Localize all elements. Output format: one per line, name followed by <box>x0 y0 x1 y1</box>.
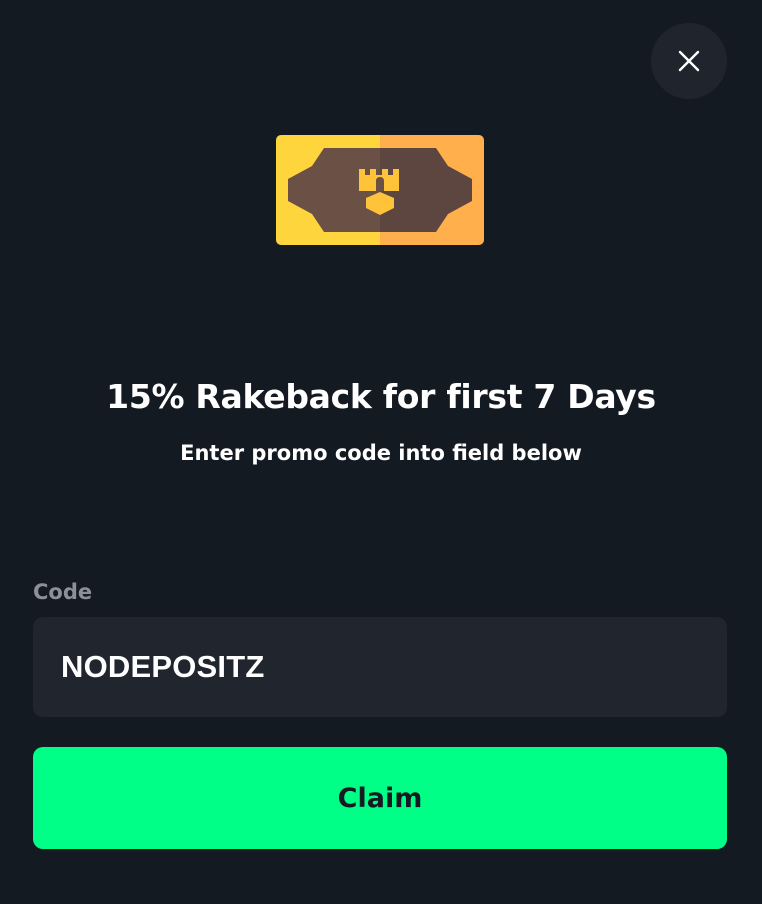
promo-modal: 15% Rakeback for first 7 Days Enter prom… <box>0 0 762 904</box>
code-label: Code <box>33 580 93 604</box>
promo-code-input[interactable] <box>33 617 727 717</box>
close-button[interactable] <box>651 23 727 99</box>
close-icon <box>678 50 700 72</box>
promo-subtitle: Enter promo code into field below <box>180 441 582 465</box>
promo-title: 15% Rakeback for first 7 Days <box>106 377 656 416</box>
rakeback-ticket-icon <box>276 135 484 245</box>
claim-button[interactable]: Claim <box>33 747 727 849</box>
